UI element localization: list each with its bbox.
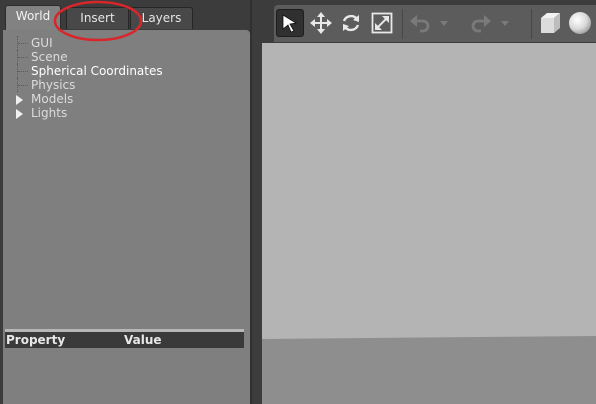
tree-guide-branch [18,71,28,73]
sphere-shape-icon [569,12,591,34]
select-arrow-icon [282,14,298,33]
tree-item-label: Lights [31,106,68,120]
property-table-header: Property Value [5,329,244,348]
panel-tab-bar: World Insert Layers [0,0,252,31]
tree-item-label: Physics [31,78,76,92]
translate-icon [310,12,332,34]
select-mode-button[interactable] [276,9,304,37]
toolbar-separator [402,9,403,39]
undo-history-button[interactable] [437,9,451,37]
tree-item-label: Scene [31,50,68,64]
redo-button[interactable] [467,9,495,37]
tree-item-label: Models [31,92,74,106]
column-header-value[interactable]: Value [124,332,162,348]
rotate-mode-button[interactable] [337,9,365,37]
redo-icon [471,15,491,33]
ground-plane [262,336,596,404]
toolbar-separator [531,9,532,39]
tree-guide-branch [18,43,28,45]
column-header-property[interactable]: Property [6,332,65,348]
undo-button[interactable] [406,9,434,37]
insert-box-button[interactable] [536,9,564,37]
tree-item-label: Spherical Coordinates [31,64,163,78]
redo-history-chevron-icon [501,20,509,26]
scene-toolbar [274,5,596,42]
undo-history-chevron-icon [440,20,448,26]
left-panel: World Insert Layers GUI Scene Spherical … [0,0,252,404]
undo-icon [410,15,430,33]
tree-guide-branch [18,85,28,87]
tree-guide-branch [18,57,28,59]
tree-item-label: GUI [31,36,53,50]
scale-mode-button[interactable] [368,9,396,37]
expand-arrow-icon[interactable] [16,108,23,122]
tab-insert[interactable]: Insert [66,7,129,29]
tab-world[interactable]: World [5,5,61,31]
redo-history-button[interactable] [498,9,512,37]
translate-mode-button[interactable] [307,9,335,37]
insert-sphere-button[interactable] [566,9,594,37]
rotate-icon [342,14,360,32]
scale-icon [371,12,393,34]
panel-splitter-handle[interactable] [252,0,261,404]
expand-arrow-icon[interactable] [16,94,23,108]
box-shape-icon [541,13,560,33]
3d-scene-viewport[interactable] [262,43,596,404]
tab-layers[interactable]: Layers [130,7,193,29]
